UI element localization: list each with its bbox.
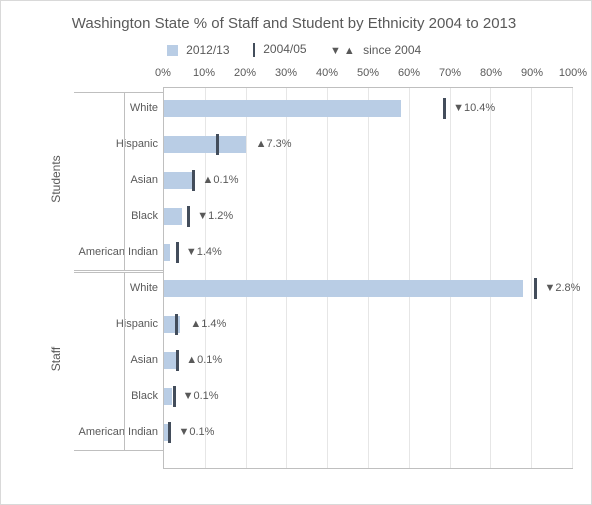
- bar-row: White▼2.8%: [164, 276, 572, 301]
- legend-item-baseline: 2004/05: [253, 42, 307, 57]
- legend-delta-label: since 2004: [363, 43, 421, 57]
- plot-area: White▼10.4% Hispanic▲7.3% Asian▲0.1% Black▼…: [163, 87, 573, 469]
- bar-current: [164, 316, 180, 333]
- bar-current: [164, 388, 172, 405]
- y-label-box: [74, 92, 164, 271]
- legend-item-current: 2012/13: [167, 43, 230, 57]
- bar-row: Hispanic▲7.3%: [164, 132, 572, 157]
- legend-mark-icon: [253, 43, 255, 57]
- legend-baseline-label: 2004/05: [263, 42, 306, 56]
- mark-baseline: [192, 170, 195, 191]
- bar-current: [164, 352, 176, 369]
- bar-current: [164, 424, 168, 441]
- x-axis: 0%10%20%30%40%50%60%70%80%90%100%: [163, 67, 573, 87]
- bar-row: Asian▲0.1%: [164, 168, 572, 193]
- bar-row: American Indian▼1.4%: [164, 240, 572, 265]
- delta-label: ▼1.2%: [197, 204, 233, 229]
- delta-label: ▲1.4%: [190, 312, 226, 337]
- delta-label: ▲7.3%: [256, 132, 292, 157]
- bar-current: [164, 172, 193, 189]
- mark-baseline: [443, 98, 446, 119]
- mark-baseline: [173, 386, 176, 407]
- bar-row: Asian▲0.1%: [164, 348, 572, 373]
- legend: 2012/13 2004/05 ▼ ▲ since 2004: [15, 42, 573, 57]
- x-tick: 100%: [559, 67, 587, 79]
- mark-baseline: [168, 422, 171, 443]
- x-tick: 40%: [316, 67, 338, 79]
- x-tick: 30%: [275, 67, 297, 79]
- delta-label: ▼1.4%: [186, 240, 222, 265]
- mark-baseline: [187, 206, 190, 227]
- delta-label: ▼2.8%: [544, 276, 580, 301]
- bar-current: [164, 244, 170, 261]
- legend-delta-icon: ▼ ▲: [330, 45, 355, 57]
- mark-baseline: [175, 314, 178, 335]
- legend-item-delta: ▼ ▲ since 2004: [330, 43, 421, 57]
- legend-swatch-icon: [167, 45, 178, 56]
- bar-current: [164, 136, 246, 153]
- delta-label: ▲0.1%: [203, 168, 239, 193]
- mark-baseline: [534, 278, 537, 299]
- mark-baseline: [176, 350, 179, 371]
- delta-label: ▼10.4%: [453, 96, 495, 121]
- x-tick: 70%: [439, 67, 461, 79]
- x-tick: 50%: [357, 67, 379, 79]
- plot-wrap: 0%10%20%30%40%50%60%70%80%90%100% White▼…: [73, 67, 573, 477]
- mark-baseline: [216, 134, 219, 155]
- x-tick: 90%: [521, 67, 543, 79]
- bar-current: [164, 208, 182, 225]
- bar-row: Black▼0.1%: [164, 384, 572, 409]
- bar-current: [164, 100, 401, 117]
- x-tick: 0%: [155, 67, 171, 79]
- x-tick: 10%: [193, 67, 215, 79]
- bar-current: [164, 280, 523, 297]
- x-tick: 20%: [234, 67, 256, 79]
- chart-title: Washington State % of Staff and Student …: [15, 15, 573, 32]
- y-label-box: [74, 272, 164, 451]
- bar-row: Hispanic▲1.4%: [164, 312, 572, 337]
- bar-row: Black▼1.2%: [164, 204, 572, 229]
- delta-label: ▲0.1%: [186, 348, 222, 373]
- group-label: Staff: [49, 329, 63, 389]
- legend-current-label: 2012/13: [186, 43, 229, 57]
- delta-label: ▼0.1%: [178, 420, 214, 445]
- chart-frame: Washington State % of Staff and Student …: [0, 0, 592, 505]
- bar-row: American Indian▼0.1%: [164, 420, 572, 445]
- mark-baseline: [176, 242, 179, 263]
- delta-label: ▼0.1%: [183, 384, 219, 409]
- group-label: Students: [49, 149, 63, 209]
- bar-row: White▼10.4%: [164, 96, 572, 121]
- x-tick: 60%: [398, 67, 420, 79]
- x-tick: 80%: [480, 67, 502, 79]
